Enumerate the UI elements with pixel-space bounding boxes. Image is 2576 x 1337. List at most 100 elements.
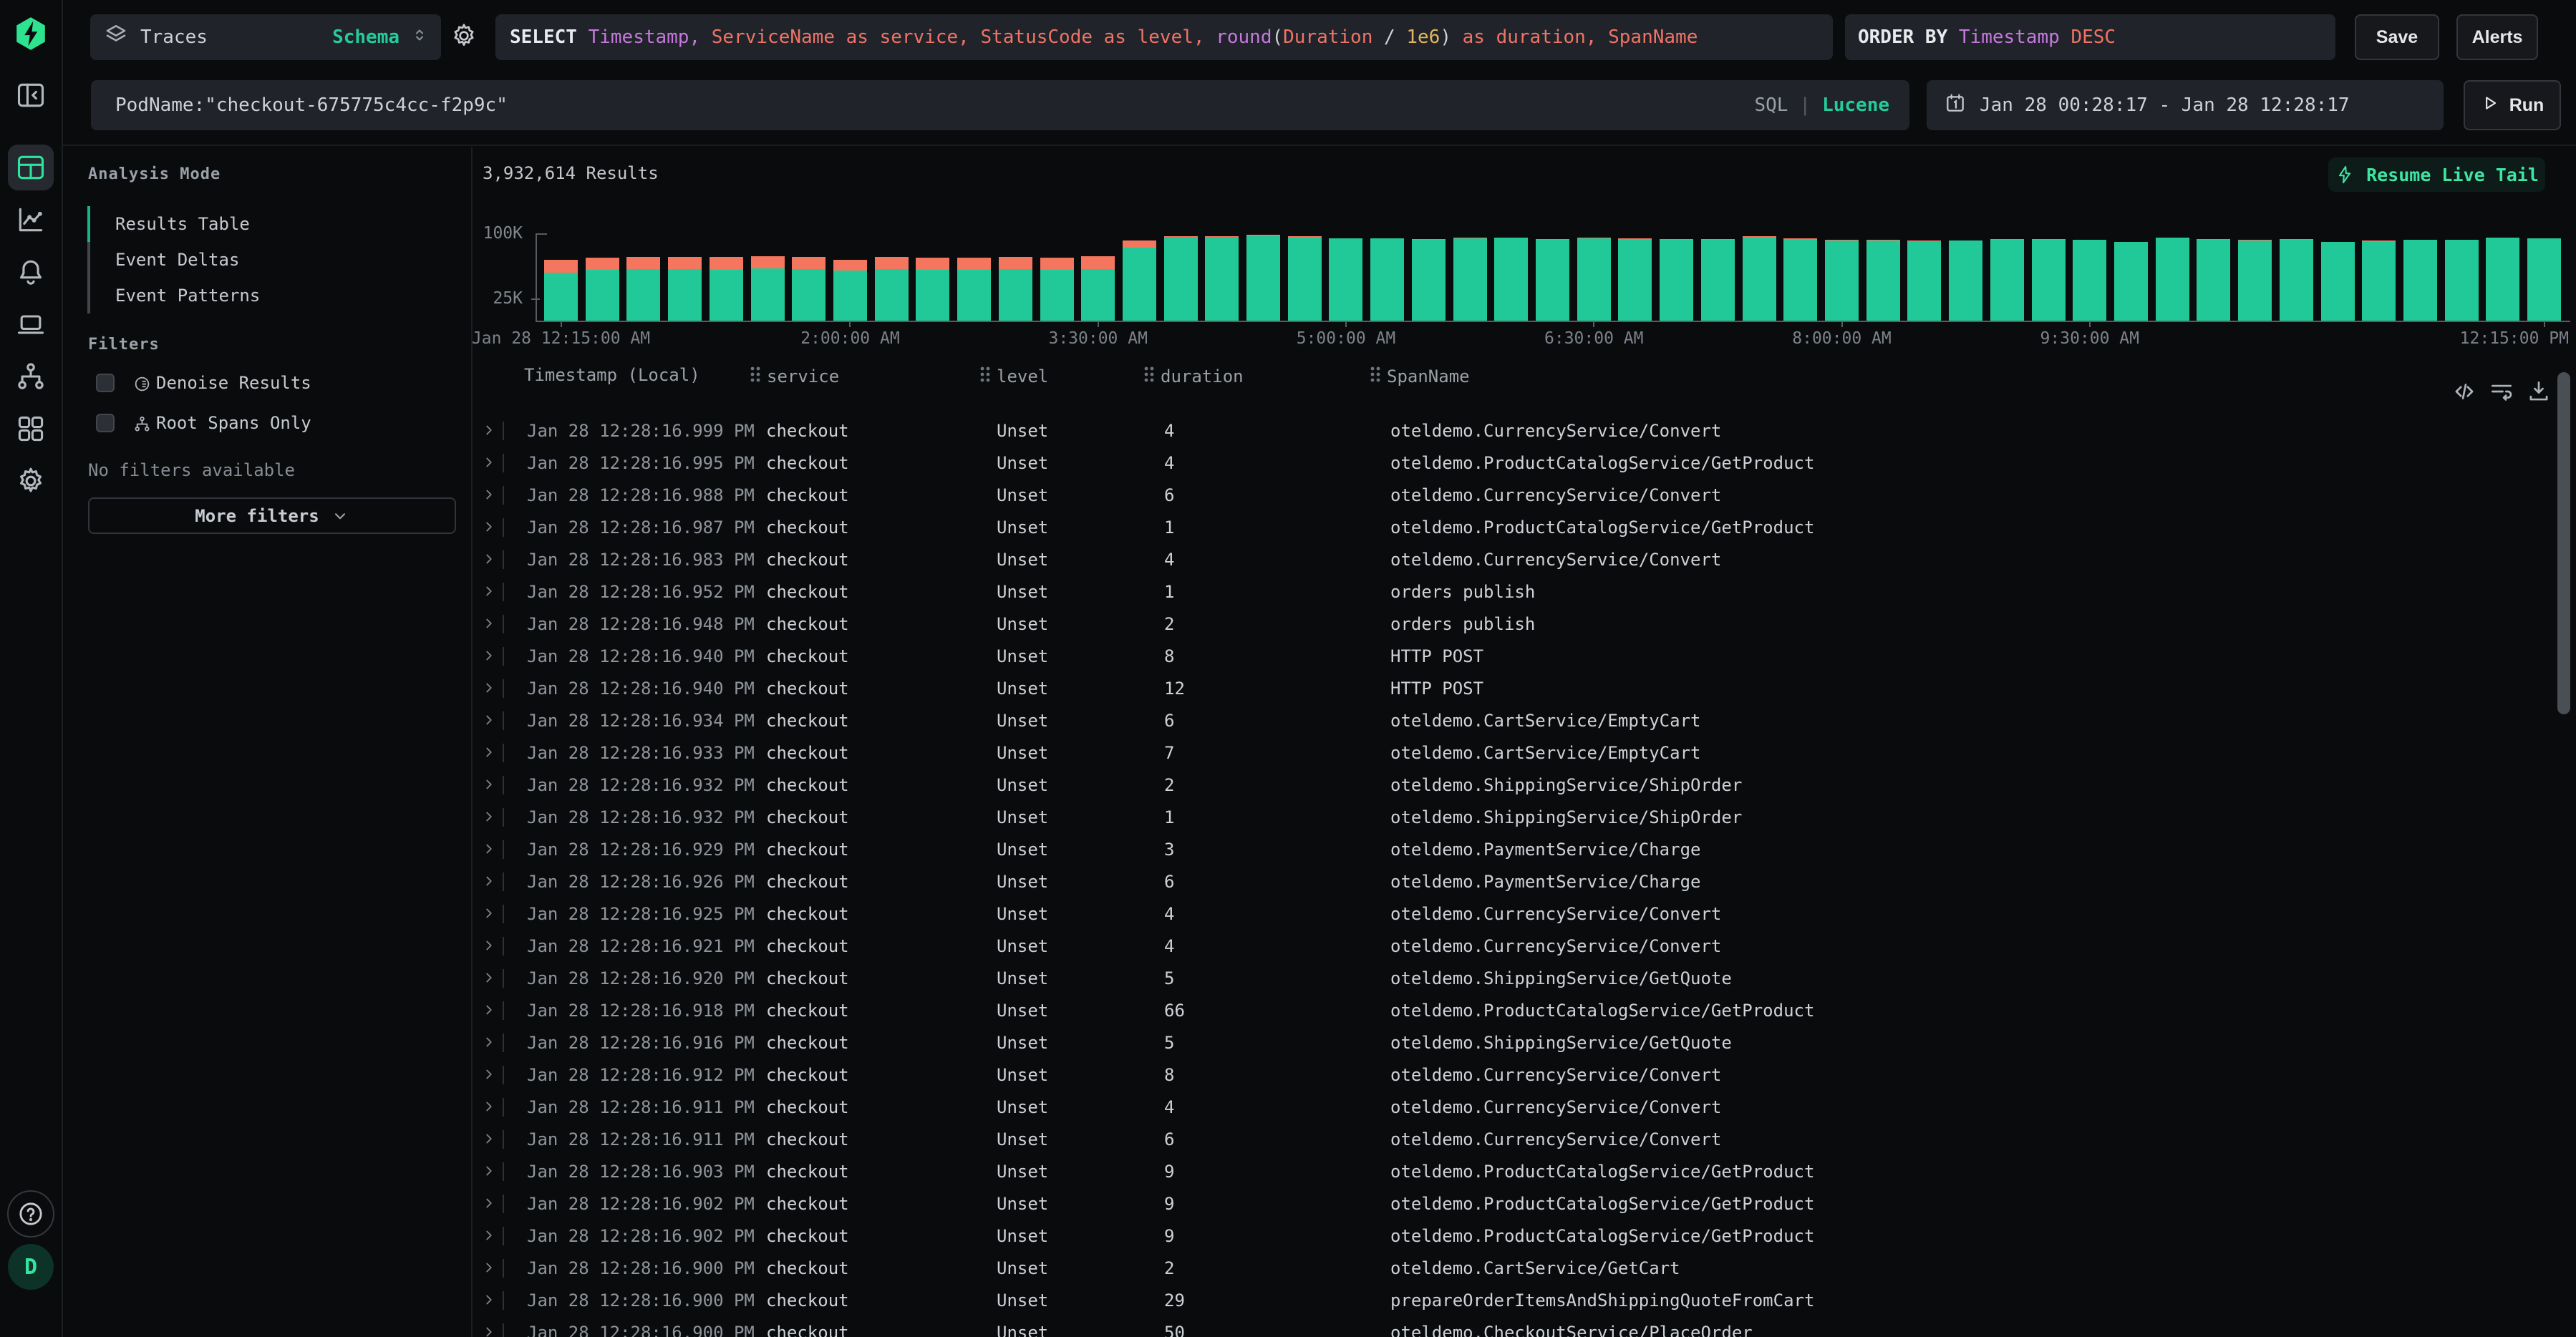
table-row[interactable]: Jan 28 12:28:16.932 PMcheckoutUnset1otel… bbox=[473, 802, 2576, 834]
order-by-editor[interactable]: ORDER BY Timestamp DESC bbox=[1845, 14, 2335, 60]
settings-gear-icon[interactable] bbox=[15, 465, 47, 497]
table-row[interactable]: Jan 28 12:28:16.952 PMcheckoutUnset1orde… bbox=[473, 576, 2576, 608]
chart-bar[interactable] bbox=[1577, 226, 1611, 321]
more-filters-button[interactable]: More filters bbox=[88, 497, 456, 534]
table-row[interactable]: Jan 28 12:28:16.918 PMcheckoutUnset66ote… bbox=[473, 995, 2576, 1027]
chart-bar[interactable] bbox=[2403, 226, 2437, 321]
chart-bar[interactable] bbox=[1370, 226, 1404, 321]
table-row[interactable]: Jan 28 12:28:16.900 PMcheckoutUnset50ote… bbox=[473, 1317, 2576, 1337]
table-row[interactable]: Jan 28 12:28:16.925 PMcheckoutUnset4otel… bbox=[473, 898, 2576, 930]
chart-bar[interactable] bbox=[999, 226, 1032, 321]
chart-bar[interactable] bbox=[1453, 226, 1487, 321]
collapse-panel-icon[interactable] bbox=[15, 79, 47, 111]
search-input[interactable]: PodName:"checkout-675775c4cc-f2p9c" SQL … bbox=[91, 80, 1909, 130]
chart-bar[interactable] bbox=[2362, 226, 2396, 321]
chart-bar[interactable] bbox=[1040, 226, 1074, 321]
chart-explorer-icon[interactable] bbox=[15, 204, 47, 235]
source-settings-gear-icon[interactable] bbox=[450, 21, 478, 53]
chart-bar[interactable] bbox=[1205, 226, 1239, 321]
chart-bar[interactable] bbox=[2445, 226, 2479, 321]
row-expand-chevron-icon[interactable] bbox=[481, 970, 497, 990]
run-button[interactable]: Run bbox=[2464, 80, 2561, 130]
services-hierarchy-icon[interactable] bbox=[15, 361, 47, 392]
chart-bar[interactable] bbox=[544, 226, 578, 321]
chart-bar[interactable] bbox=[916, 226, 949, 321]
row-expand-chevron-icon[interactable] bbox=[481, 454, 497, 475]
drag-handle-icon[interactable] bbox=[1143, 365, 1155, 388]
dashboards-icon[interactable] bbox=[15, 413, 47, 444]
table-row[interactable]: Jan 28 12:28:16.929 PMcheckoutUnset3otel… bbox=[473, 834, 2576, 866]
row-expand-chevron-icon[interactable] bbox=[481, 422, 497, 442]
chart-bar[interactable] bbox=[2321, 226, 2355, 321]
analysis-mode-item[interactable]: Event Patterns bbox=[115, 278, 260, 313]
table-row[interactable]: Jan 28 12:28:16.940 PMcheckoutUnset8HTTP… bbox=[473, 641, 2576, 673]
chart-bar[interactable] bbox=[2073, 226, 2106, 321]
chart-bar[interactable] bbox=[1990, 226, 2024, 321]
chart-bar[interactable] bbox=[1907, 226, 1941, 321]
row-expand-chevron-icon[interactable] bbox=[481, 616, 497, 636]
table-row[interactable]: Jan 28 12:28:16.920 PMcheckoutUnset5otel… bbox=[473, 963, 2576, 995]
chart-bar[interactable] bbox=[1246, 226, 1280, 321]
lucene-toggle[interactable]: Lucene bbox=[1822, 94, 1889, 116]
chart-bar[interactable] bbox=[1123, 226, 1156, 321]
chart-bar[interactable] bbox=[1949, 226, 1982, 321]
code-icon[interactable] bbox=[2451, 378, 2478, 408]
chart-bar[interactable] bbox=[957, 226, 991, 321]
chart-bar[interactable] bbox=[626, 226, 660, 321]
chart-bar[interactable] bbox=[875, 226, 909, 321]
drag-handle-icon[interactable] bbox=[750, 365, 761, 388]
table-row[interactable]: Jan 28 12:28:16.948 PMcheckoutUnset2orde… bbox=[473, 608, 2576, 641]
row-expand-chevron-icon[interactable] bbox=[481, 487, 497, 507]
chart-bar[interactable] bbox=[1288, 226, 1322, 321]
chart-bar[interactable] bbox=[1866, 226, 1900, 321]
column-header[interactable]: Timestamp (Local) bbox=[524, 365, 700, 385]
table-row[interactable]: Jan 28 12:28:16.940 PMcheckoutUnset12HTT… bbox=[473, 673, 2576, 705]
chart-bar[interactable] bbox=[1329, 226, 1362, 321]
chart-bar[interactable] bbox=[2280, 226, 2313, 321]
row-expand-chevron-icon[interactable] bbox=[481, 1002, 497, 1022]
row-expand-chevron-icon[interactable] bbox=[481, 583, 497, 603]
resume-live-tail-button[interactable]: Resume Live Tail bbox=[2328, 157, 2545, 192]
table-row[interactable]: Jan 28 12:28:16.916 PMcheckoutUnset5otel… bbox=[473, 1027, 2576, 1059]
chart-bar[interactable] bbox=[1081, 226, 1115, 321]
chart-bar[interactable] bbox=[1618, 226, 1652, 321]
chart-bar[interactable] bbox=[1660, 226, 1693, 321]
chart-bar[interactable] bbox=[792, 226, 825, 321]
table-row[interactable]: Jan 28 12:28:16.911 PMcheckoutUnset4otel… bbox=[473, 1092, 2576, 1124]
filter-option[interactable]: Denoise Results bbox=[63, 363, 471, 403]
table-row[interactable]: Jan 28 12:28:16.988 PMcheckoutUnset6otel… bbox=[473, 480, 2576, 512]
wrap-text-icon[interactable] bbox=[2488, 378, 2515, 408]
column-header[interactable]: level bbox=[979, 365, 1048, 388]
checkbox[interactable] bbox=[96, 374, 115, 392]
schema-link[interactable]: Schema bbox=[332, 26, 400, 48]
row-expand-chevron-icon[interactable] bbox=[481, 777, 497, 797]
alerts-button[interactable]: Alerts bbox=[2456, 14, 2538, 60]
table-row[interactable]: Jan 28 12:28:16.921 PMcheckoutUnset4otel… bbox=[473, 930, 2576, 963]
analysis-mode-item[interactable]: Results Table bbox=[115, 206, 260, 242]
chart-bar[interactable] bbox=[1494, 226, 1528, 321]
row-expand-chevron-icon[interactable] bbox=[481, 1163, 497, 1183]
scrollbar-thumb[interactable] bbox=[2557, 372, 2570, 714]
table-row[interactable]: Jan 28 12:28:16.900 PMcheckoutUnset29pre… bbox=[473, 1285, 2576, 1317]
drag-handle-icon[interactable] bbox=[1370, 365, 1381, 388]
chart-bar[interactable] bbox=[833, 226, 867, 321]
chart-bar[interactable] bbox=[751, 226, 785, 321]
row-expand-chevron-icon[interactable] bbox=[481, 551, 497, 571]
chart-bar[interactable] bbox=[668, 226, 702, 321]
help-icon[interactable] bbox=[7, 1190, 54, 1238]
table-row[interactable]: Jan 28 12:28:16.902 PMcheckoutUnset9otel… bbox=[473, 1220, 2576, 1253]
download-icon[interactable] bbox=[2525, 378, 2552, 408]
column-header[interactable]: duration bbox=[1143, 365, 1244, 388]
table-row[interactable]: Jan 28 12:28:16.995 PMcheckoutUnset4otel… bbox=[473, 447, 2576, 480]
table-row[interactable]: Jan 28 12:28:16.903 PMcheckoutUnset9otel… bbox=[473, 1156, 2576, 1188]
chart-bar[interactable] bbox=[1536, 226, 1569, 321]
select-clause-editor[interactable]: SELECT Timestamp, ServiceName as service… bbox=[495, 14, 1833, 60]
table-row[interactable]: Jan 28 12:28:16.987 PMcheckoutUnset1otel… bbox=[473, 512, 2576, 544]
search-results-icon[interactable] bbox=[8, 145, 54, 190]
row-expand-chevron-icon[interactable] bbox=[481, 1227, 497, 1248]
save-button[interactable]: Save bbox=[2355, 14, 2439, 60]
drag-handle-icon[interactable] bbox=[979, 365, 991, 388]
row-expand-chevron-icon[interactable] bbox=[481, 1066, 497, 1086]
logo-icon[interactable] bbox=[13, 16, 49, 52]
table-row[interactable]: Jan 28 12:28:16.983 PMcheckoutUnset4otel… bbox=[473, 544, 2576, 576]
